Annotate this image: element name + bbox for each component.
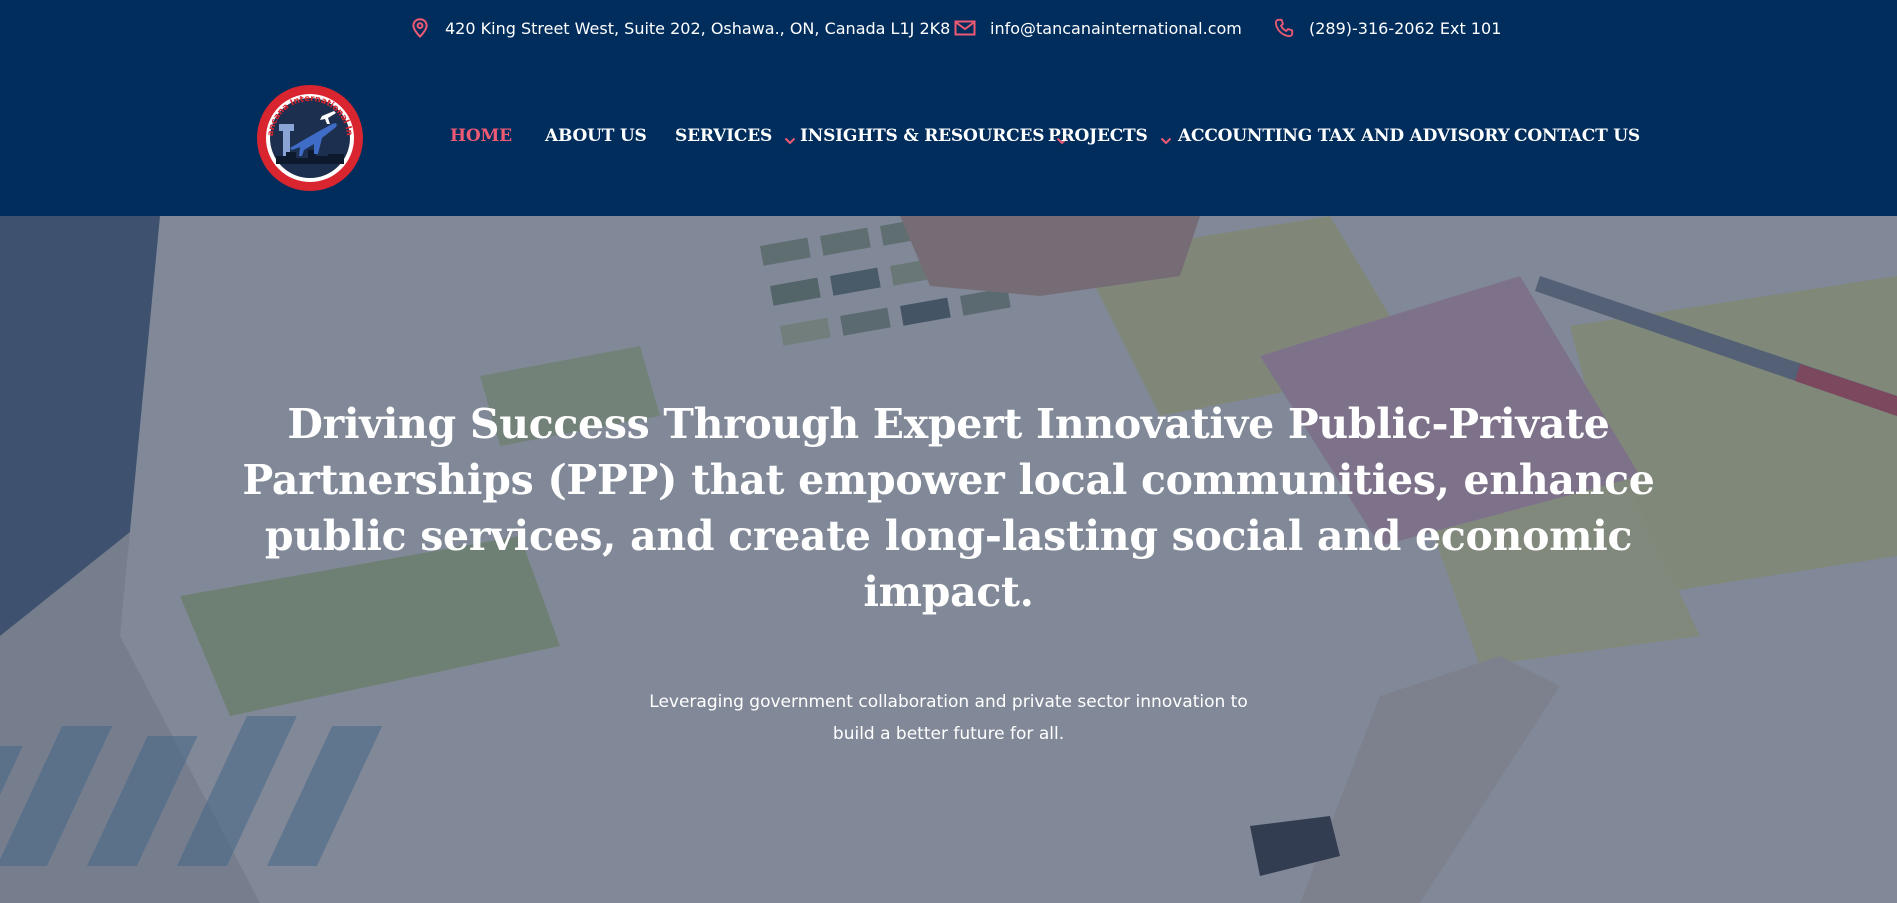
nav-contact-us[interactable]: CONTACT US (1514, 124, 1640, 148)
hero-section: Driving Success Through Expert Innovativ… (0, 216, 1897, 903)
nav-about-us-label: ABOUT US (545, 126, 647, 146)
nav-services[interactable]: SERVICES (675, 124, 796, 148)
nav-insights-resources[interactable]: INSIGHTS & RESOURCES (800, 124, 1068, 148)
address-text: 420 King Street West, Suite 202, Oshawa.… (445, 18, 951, 38)
address-item: 420 King Street West, Suite 202, Oshawa.… (409, 16, 950, 40)
chevron-down-icon (784, 131, 796, 145)
contact-bar: 420 King Street West, Suite 202, Oshawa.… (0, 0, 1897, 56)
site-header: Tancana International Inc HOME ABOUT US … (0, 56, 1897, 216)
nav-accounting-tax-advisory[interactable]: ACCOUNTING TAX AND ADVISORY (1178, 124, 1510, 148)
location-pin-icon (409, 17, 431, 39)
nav-services-label: SERVICES (675, 126, 773, 146)
email-item[interactable]: info@tancanainternational.com (954, 16, 1242, 40)
phone-item[interactable]: (289)-316-2062 Ext 101 (1273, 16, 1501, 40)
nav-insights-resources-label: INSIGHTS & RESOURCES (800, 126, 1045, 146)
email-link[interactable]: info@tancanainternational.com (990, 19, 1242, 38)
phone-icon (1273, 17, 1295, 39)
nav-home-label: HOME (450, 126, 512, 146)
nav-projects[interactable]: PROJECTS (1048, 124, 1172, 148)
hero-title: Driving Success Through Expert Innovativ… (242, 400, 1655, 616)
envelope-icon (954, 17, 976, 39)
main-nav: HOME ABOUT US SERVICES INSIGHTS & RESOUR… (0, 56, 1897, 216)
hero-subtitle: Leveraging government collaboration and … (620, 686, 1277, 750)
phone-link[interactable]: (289)-316-2062 Ext 101 (1309, 19, 1501, 38)
nav-about-us[interactable]: ABOUT US (545, 124, 647, 148)
nav-projects-label: PROJECTS (1048, 126, 1148, 146)
nav-home[interactable]: HOME (450, 124, 512, 148)
nav-accounting-tax-advisory-label: ACCOUNTING TAX AND ADVISORY (1178, 126, 1510, 146)
hero-subtitle-line-1: Leveraging government collaboration and … (649, 692, 1248, 712)
chevron-down-icon (1160, 131, 1172, 145)
nav-contact-us-label: CONTACT US (1514, 126, 1640, 146)
hero-subtitle-line-2: build a better future for all. (832, 724, 1065, 744)
